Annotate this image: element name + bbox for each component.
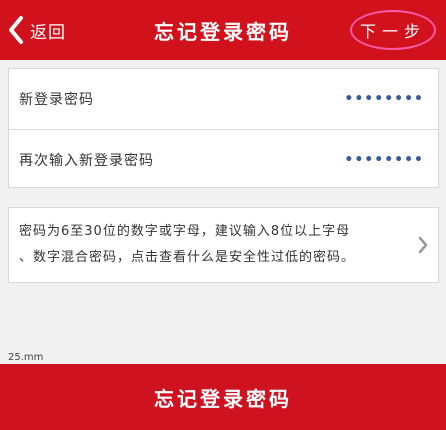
hint-line-2: 、数字混合密码，点击查看什么是安全性过低的密码。 xyxy=(19,250,356,265)
next-step-button[interactable]: 下一步 xyxy=(350,10,436,50)
confirm-password-field[interactable]: 再次输入新登录密码 •••••••• xyxy=(9,129,438,189)
hint-line-1: 密码为6至30位的数字或字母，建议输入8位以上字母 xyxy=(19,224,351,239)
confirm-password-value: •••••••• xyxy=(344,151,424,168)
password-hint-text: 密码为6至30位的数字或字母，建议输入8位以上字母 、数字混合密码，点击查看什么… xyxy=(19,219,355,271)
new-password-field[interactable]: 新登录密码 •••••••• xyxy=(9,69,438,129)
password-hint-link[interactable]: 密码为6至30位的数字或字母，建议输入8位以上字母 、数字混合密码，点击查看什么… xyxy=(8,207,439,283)
confirm-password-label: 再次输入新登录密码 xyxy=(19,152,154,169)
stray-text: 25.mm xyxy=(8,352,44,363)
app-header: 返回 忘记登录密码 下一步 xyxy=(0,0,446,60)
password-form: 新登录密码 •••••••• 再次输入新登录密码 •••••••• xyxy=(8,68,439,188)
chevron-right-icon xyxy=(418,236,428,258)
chevron-left-icon xyxy=(8,16,24,44)
back-label: 返回 xyxy=(30,22,66,43)
forgot-password-button[interactable]: 忘记登录密码 xyxy=(0,364,446,430)
new-password-value: •••••••• xyxy=(344,91,424,107)
new-password-label: 新登录密码 xyxy=(19,92,94,108)
back-button[interactable]: 返回 xyxy=(8,14,66,46)
